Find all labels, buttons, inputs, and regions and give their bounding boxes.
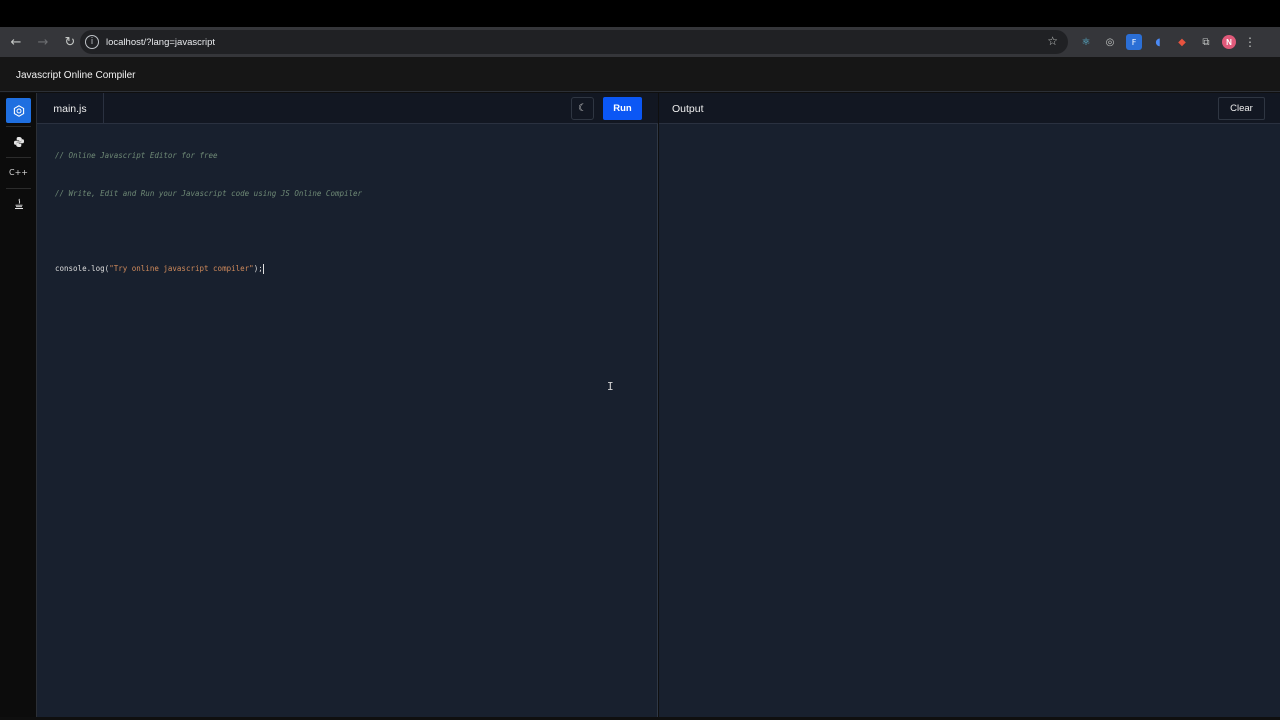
extension-circle-icon[interactable]: ◎ xyxy=(1102,34,1118,50)
app-title: Javascript Online Compiler xyxy=(16,70,136,81)
output-pane: Output Clear xyxy=(659,93,1280,717)
address-bar[interactable]: i localhost/?lang=javascript ☆ xyxy=(80,30,1068,54)
mouse-ibeam-cursor: I xyxy=(607,380,614,393)
compiler-app: Javascript Online Compiler C++ main.js ☾… xyxy=(0,57,1280,720)
code-string-literal: "Try online javascript compiler" xyxy=(109,263,254,273)
theme-toggle-button[interactable]: ☾ xyxy=(571,97,594,120)
extension-red-icon[interactable]: ◆ xyxy=(1174,34,1190,50)
tab-main-js[interactable]: main.js xyxy=(37,93,104,124)
browser-toolbar: ← → ↻ i localhost/?lang=javascript ☆ ⚛ ◎… xyxy=(0,27,1280,57)
forward-button[interactable]: → xyxy=(31,30,55,54)
code-editor[interactable]: // Online Javascript Editor for free // … xyxy=(55,125,362,300)
bookmark-star-icon[interactable]: ☆ xyxy=(1047,34,1058,48)
sidebar-item-python[interactable] xyxy=(6,129,31,154)
arrow-right-icon: → xyxy=(37,34,49,50)
arrow-left-icon: ← xyxy=(10,34,22,50)
sidebar-divider xyxy=(6,188,31,189)
code-comment-line: // Write, Edit and Run your Javascript c… xyxy=(55,188,363,198)
address-url[interactable]: localhost/?lang=javascript xyxy=(106,37,215,48)
text-cursor xyxy=(262,263,264,274)
extensions-area: ⚛ ◎ F ◖ ◆ ⧉ N ⋮ xyxy=(1078,27,1256,57)
moon-icon: ☾ xyxy=(578,103,587,114)
window-top-bar xyxy=(0,0,1280,27)
extension-blue-icon[interactable]: F xyxy=(1126,34,1142,50)
code-call-prefix: console.log( xyxy=(55,263,110,273)
code-call-suffix: ); xyxy=(253,263,263,273)
site-info-icon[interactable]: i xyxy=(85,35,99,49)
browser-menu-icon[interactable]: ⋮ xyxy=(1244,35,1256,49)
back-button[interactable]: ← xyxy=(4,30,28,54)
react-devtools-icon[interactable]: ⚛ xyxy=(1078,34,1094,50)
language-sidebar: C++ xyxy=(0,93,37,717)
javascript-icon xyxy=(13,104,24,117)
sidebar-item-cpp[interactable]: C++ xyxy=(6,160,31,185)
clear-button[interactable]: Clear xyxy=(1218,97,1265,120)
sidebar-item-javascript[interactable] xyxy=(6,98,31,123)
sidebar-divider xyxy=(6,126,31,127)
editor-pane: main.js ☾ Run // Online Javascript Edito… xyxy=(37,93,658,717)
reload-button[interactable]: ↻ xyxy=(58,30,82,54)
python-icon xyxy=(13,136,24,147)
extension-wave-icon[interactable]: ◖ xyxy=(1150,34,1166,50)
profile-avatar[interactable]: N xyxy=(1222,35,1236,49)
output-title: Output xyxy=(672,103,704,115)
output-toolbar: Output Clear xyxy=(659,93,1280,124)
sidebar-divider xyxy=(6,157,31,158)
java-icon xyxy=(14,198,23,209)
puzzle-icon[interactable]: ⧉ xyxy=(1198,34,1214,50)
code-comment-line: // Online Javascript Editor for free xyxy=(55,151,218,160)
cpp-icon: C++ xyxy=(9,168,28,177)
app-header: Javascript Online Compiler xyxy=(0,57,1280,92)
code-line: console.log("Try online javascript compi… xyxy=(55,263,362,276)
editor-toolbar: main.js ☾ Run xyxy=(37,93,658,124)
reload-icon: ↻ xyxy=(64,34,76,50)
sidebar-item-java[interactable] xyxy=(6,191,31,216)
run-button[interactable]: Run xyxy=(603,97,642,120)
